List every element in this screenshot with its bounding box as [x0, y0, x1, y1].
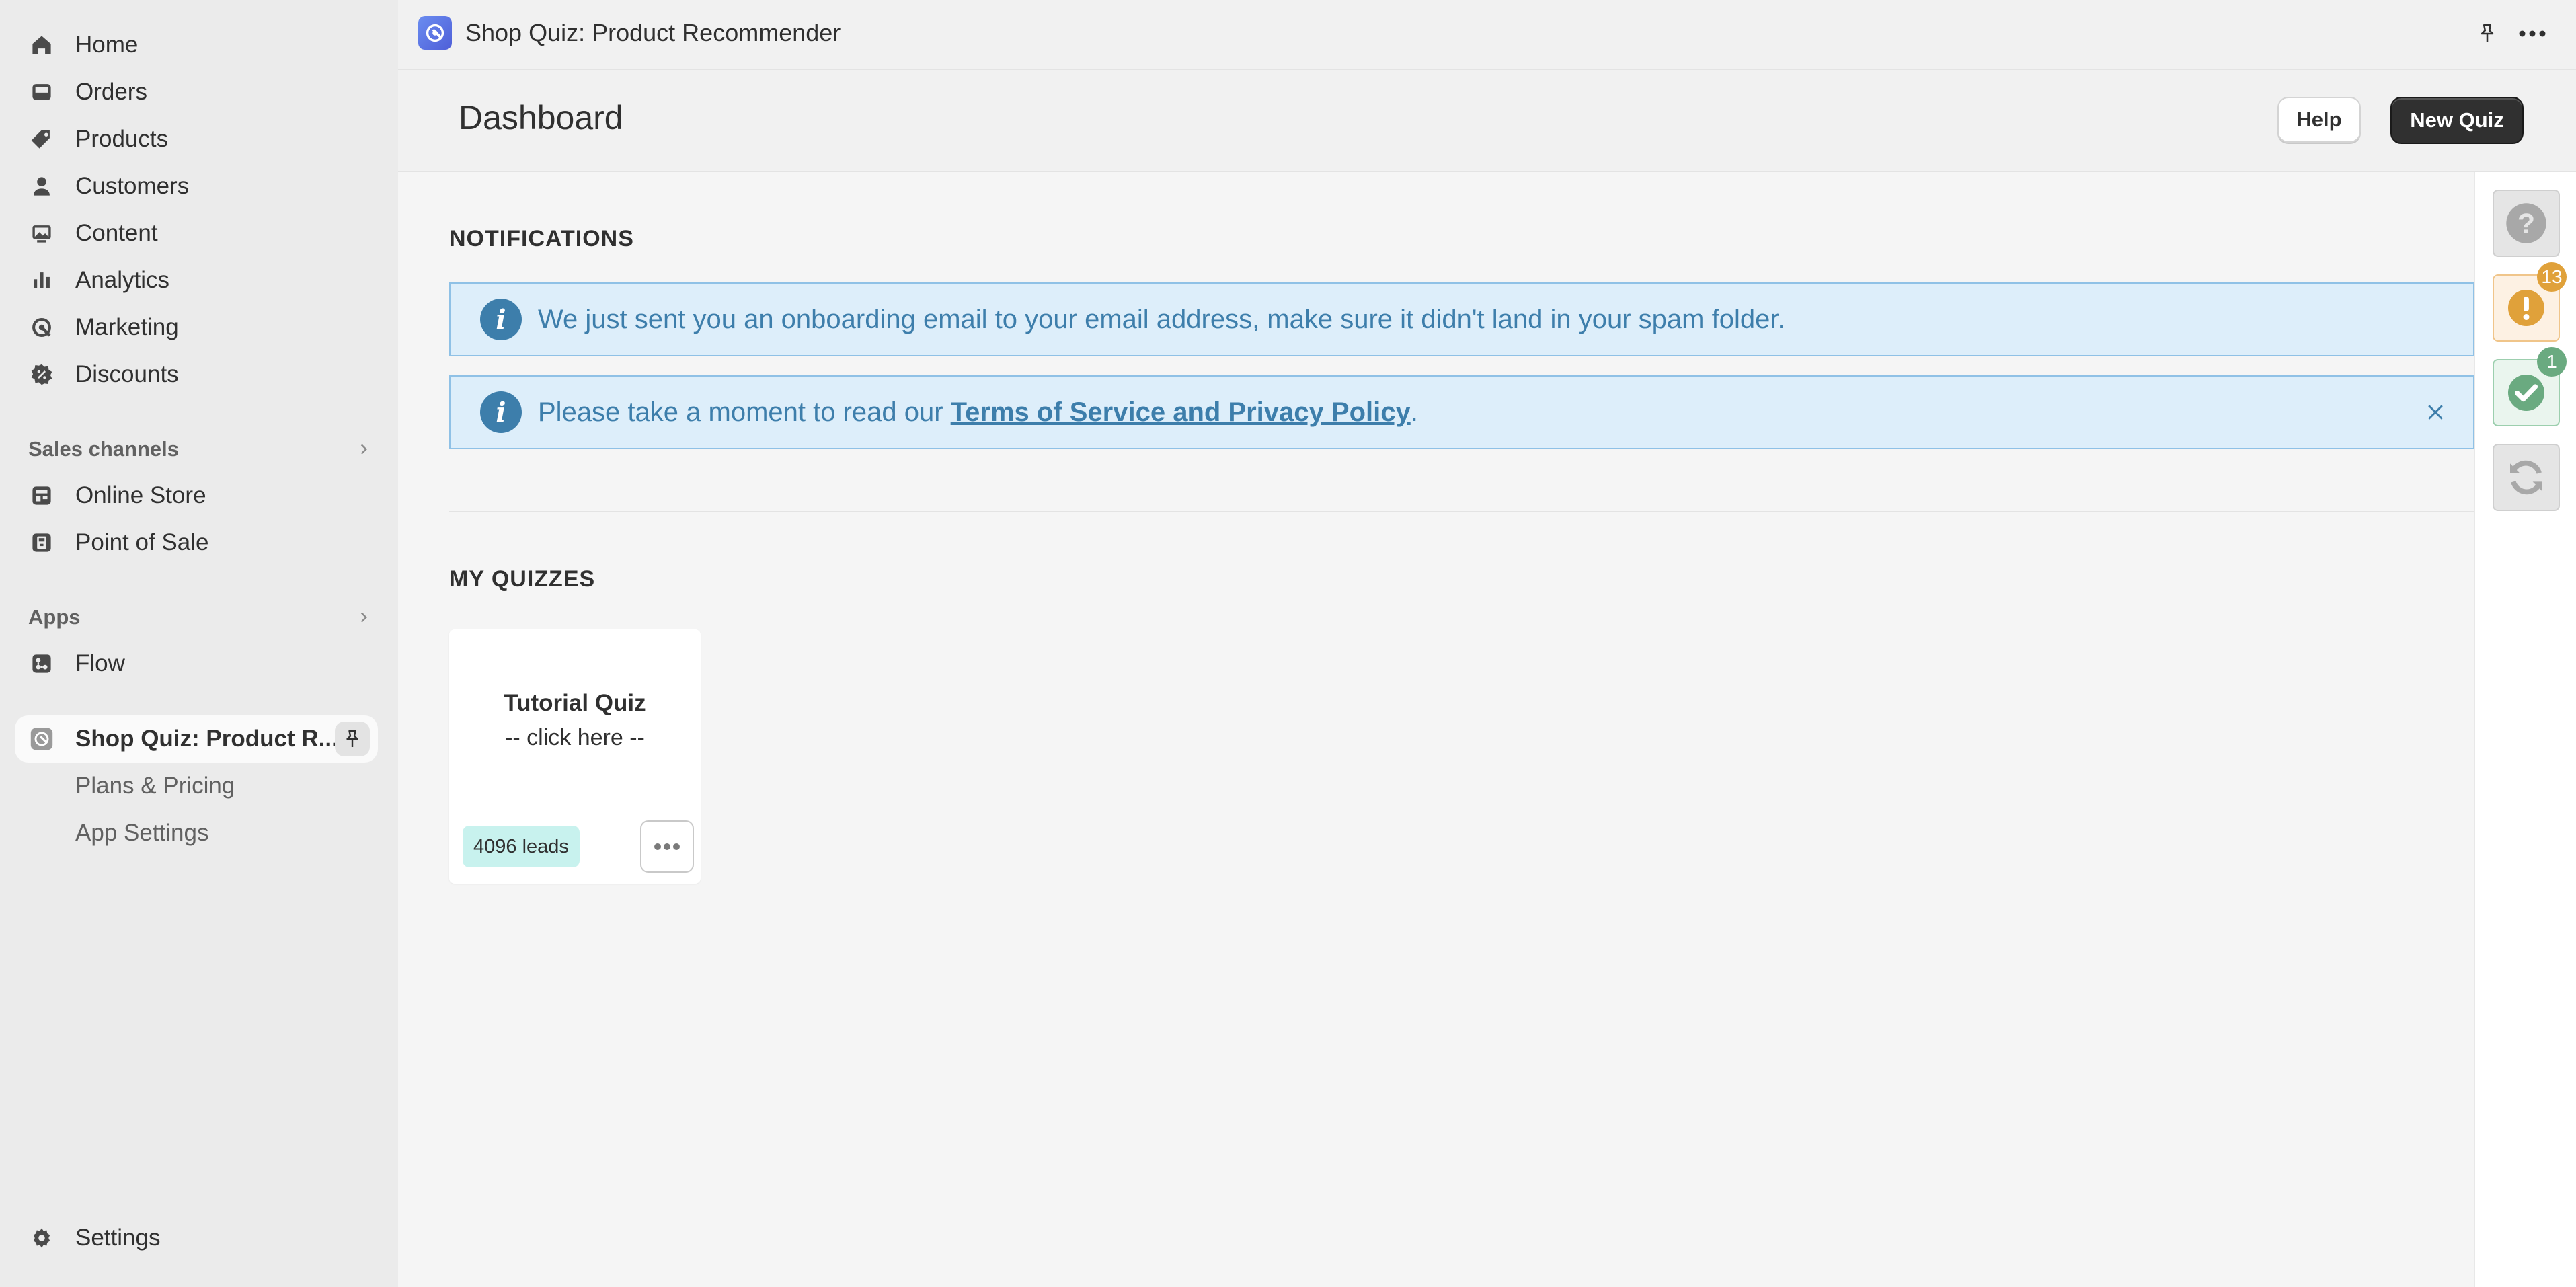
nav-label: Plans & Pricing: [75, 773, 235, 799]
nav-app-settings[interactable]: App Settings: [15, 810, 378, 857]
info-icon: i: [480, 391, 522, 433]
nav-point-of-sale[interactable]: Point of Sale: [15, 519, 378, 566]
nav-flow[interactable]: Flow: [15, 640, 378, 687]
nav-discounts[interactable]: Discounts: [15, 351, 378, 398]
nav-marketing[interactable]: Marketing: [15, 304, 378, 351]
pin-icon: [2481, 24, 2494, 42]
nav-customers[interactable]: Customers: [15, 163, 378, 210]
tag-icon: [28, 126, 55, 153]
my-quizzes-heading: MY QUIZZES: [449, 566, 596, 592]
app-title: Shop Quiz: Product Recommender: [465, 19, 841, 46]
quiz-open-link[interactable]: -- click here --: [449, 725, 701, 751]
help-status-button[interactable]: ?: [2493, 190, 2560, 257]
status-rail: ? 13 1: [2474, 172, 2576, 1287]
shop-quiz-app-icon: [28, 726, 55, 752]
nav-home[interactable]: Home: [15, 22, 378, 69]
nav-shop-quiz[interactable]: Shop Quiz: Product R...: [15, 715, 378, 763]
leads-badge: 4096 leads: [463, 826, 580, 867]
notification-text: Please take a moment to read our Terms o…: [538, 397, 1418, 427]
question-icon: ?: [2506, 203, 2546, 243]
nav-label: Discounts: [75, 361, 179, 387]
notifications-heading: NOTIFICATIONS: [449, 226, 634, 251]
more-actions-button[interactable]: [2515, 19, 2549, 48]
notification-terms: i Please take a moment to read our Terms…: [449, 375, 2474, 449]
warning-icon: [2508, 290, 2544, 326]
close-icon: [2428, 405, 2443, 420]
refresh-icon: [2510, 460, 2542, 495]
pin-icon: [346, 730, 358, 747]
nav-label: Orders: [75, 79, 147, 105]
warnings-status-button[interactable]: 13: [2493, 262, 2567, 342]
nav-online-store[interactable]: Online Store: [15, 472, 378, 519]
main-content: NOTIFICATIONS i We just sent you an onbo…: [398, 172, 2474, 1287]
help-button[interactable]: Help: [2277, 97, 2361, 143]
person-icon: [28, 173, 55, 200]
chevron-right-icon: [360, 612, 368, 623]
nav-settings[interactable]: Settings: [15, 1214, 378, 1261]
ellipsis-icon: [654, 843, 680, 850]
success-status-button[interactable]: 1: [2493, 347, 2567, 426]
new-quiz-button[interactable]: New Quiz: [2390, 97, 2524, 144]
notification-onboarding: i We just sent you an onboarding email t…: [449, 282, 2474, 356]
gear-icon: [28, 1224, 55, 1251]
pin-button[interactable]: [2472, 19, 2502, 48]
nav-label: Customers: [75, 173, 190, 199]
nav-products[interactable]: Products: [15, 116, 378, 163]
check-circle-icon: [2508, 375, 2544, 411]
terms-link[interactable]: Terms of Service and Privacy Policy: [951, 397, 1411, 427]
apps-heading[interactable]: Apps: [28, 600, 371, 634]
nav-label: Products: [75, 126, 169, 152]
success-count-badge: 1: [2537, 347, 2567, 377]
nav-label: Settings: [75, 1224, 161, 1251]
pin-app-button[interactable]: [335, 722, 370, 756]
nav-plans-pricing[interactable]: Plans & Pricing: [15, 763, 378, 810]
store-icon: [28, 482, 55, 509]
shop-quiz-logo-icon: [418, 16, 452, 50]
app-top-bar: Shop Quiz: Product Recommender: [398, 0, 2576, 70]
nav-label: Marketing: [75, 314, 179, 340]
nav-orders[interactable]: Orders: [15, 69, 378, 116]
svg-text:?: ?: [2518, 208, 2535, 240]
quiz-name: Tutorial Quiz: [504, 690, 646, 716]
target-icon: [28, 314, 55, 341]
nav-label: App Settings: [75, 820, 209, 846]
page-header: Dashboard Help New Quiz: [398, 70, 2576, 172]
nav-label: Shop Quiz: Product R...: [75, 726, 338, 752]
discount-icon: [28, 361, 55, 388]
refresh-button[interactable]: [2493, 444, 2560, 511]
nav-label: Flow: [75, 650, 125, 676]
nav-label: Content: [75, 220, 158, 246]
quiz-card[interactable]: Tutorial Quiz -- click here -- 4096 lead…: [449, 629, 701, 884]
image-icon: [28, 220, 55, 247]
flow-icon: [28, 650, 55, 677]
notification-text: We just sent you an onboarding email to …: [538, 304, 1785, 334]
dismiss-notification-button[interactable]: [2423, 400, 2448, 424]
nav-content[interactable]: Content: [15, 210, 378, 257]
ellipsis-icon: [2519, 30, 2546, 37]
sales-channels-heading[interactable]: Sales channels: [28, 432, 371, 466]
inbox-icon: [28, 79, 55, 106]
info-icon: i: [480, 299, 522, 340]
pos-icon: [28, 529, 55, 556]
nav-label: Online Store: [75, 482, 206, 508]
page-title: Dashboard: [459, 99, 623, 136]
section-divider: [449, 511, 2474, 512]
nav-label: Analytics: [75, 267, 170, 293]
quiz-more-button[interactable]: [640, 820, 694, 873]
warnings-count-badge: 13: [2537, 262, 2567, 292]
bar-chart-icon: [28, 267, 55, 294]
nav-label: Point of Sale: [75, 529, 209, 555]
sidebar: Home Orders Products Customers Content A…: [0, 0, 398, 1287]
chevron-right-icon: [360, 444, 368, 455]
home-icon: [28, 32, 55, 58]
nav-analytics[interactable]: Analytics: [15, 257, 378, 304]
nav-label: Home: [75, 32, 139, 58]
